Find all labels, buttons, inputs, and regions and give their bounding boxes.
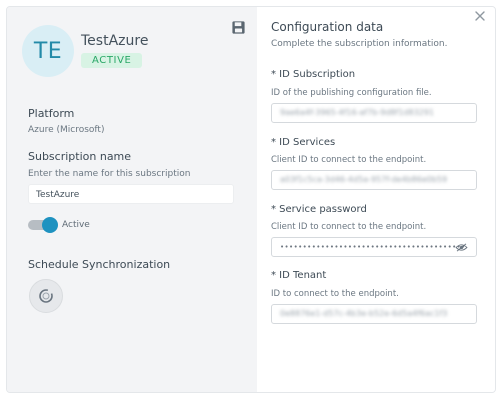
active-toggle[interactable] (28, 217, 58, 233)
schedule-sync-label: Schedule Synchronization (28, 258, 171, 271)
subscription-name-input[interactable]: TestAzure (28, 184, 234, 204)
sync-icon (39, 289, 53, 303)
id-subscription-label: * ID Subscription (271, 69, 356, 80)
eye-slash-icon[interactable] (455, 243, 468, 252)
active-toggle-label: Active (62, 220, 90, 230)
toggle-knob (42, 217, 58, 233)
subscription-summary-panel: TE TestAzure ACTIVE Platform Azure (Micr… (7, 7, 257, 392)
avatar: TE (22, 25, 74, 77)
service-password-input[interactable]: ••••••••••••••••••••••••••••••••••••••••… (271, 237, 477, 257)
id-services-value: a03f1c5ca-3d46-4d5a-957f-de4b86e0b59 (280, 175, 448, 184)
close-icon[interactable] (473, 9, 487, 23)
platform-label: Platform (28, 107, 75, 120)
id-services-help: Client ID to connect to the endpoint. (271, 155, 427, 165)
status-badge: ACTIVE (81, 53, 143, 68)
save-icon[interactable] (231, 20, 246, 35)
id-tenant-label: * ID Tenant (271, 270, 327, 281)
subscription-modal: TE TestAzure ACTIVE Platform Azure (Micr… (6, 6, 496, 393)
id-tenant-input[interactable]: 0e8876e1-d57c-4b3e-b52e-6d5a4f6ac1f3 (271, 304, 477, 324)
id-tenant-help: ID to connect to the endpoint. (271, 289, 399, 299)
subscription-name-help: Enter the name for this subscription (28, 169, 191, 179)
subscription-name-label: Subscription name (28, 150, 132, 163)
id-services-label: * ID Services (271, 137, 336, 148)
service-password-label: * Service password (271, 204, 367, 215)
id-tenant-value: 0e8876e1-d57c-4b3e-b52e-6d5a4f6ac1f3 (280, 309, 448, 318)
service-password-help: Client ID to connect to the endpoint. (271, 222, 427, 232)
service-password-value: ••••••••••••••••••••••••••••••••••••••••… (280, 243, 466, 251)
configuration-subtitle: Complete the subscription information. (271, 39, 448, 49)
id-subscription-value: 9ae6a4f-3965-4f16-af7b-9d8f1d83291 (280, 108, 434, 117)
schedule-sync-button[interactable] (29, 279, 63, 313)
id-subscription-help: ID of the publishing configuration file. (271, 88, 432, 98)
id-services-input[interactable]: a03f1c5ca-3d46-4d5a-957f-de4b86e0b59 (271, 170, 477, 190)
platform-value: Azure (Microsoft) (28, 125, 105, 135)
subscription-title: TestAzure (81, 33, 149, 49)
configuration-panel: Configuration data Complete the subscrip… (257, 7, 495, 392)
configuration-title: Configuration data (271, 20, 384, 34)
id-subscription-input[interactable]: 9ae6a4f-3965-4f16-af7b-9d8f1d83291 (271, 103, 477, 123)
